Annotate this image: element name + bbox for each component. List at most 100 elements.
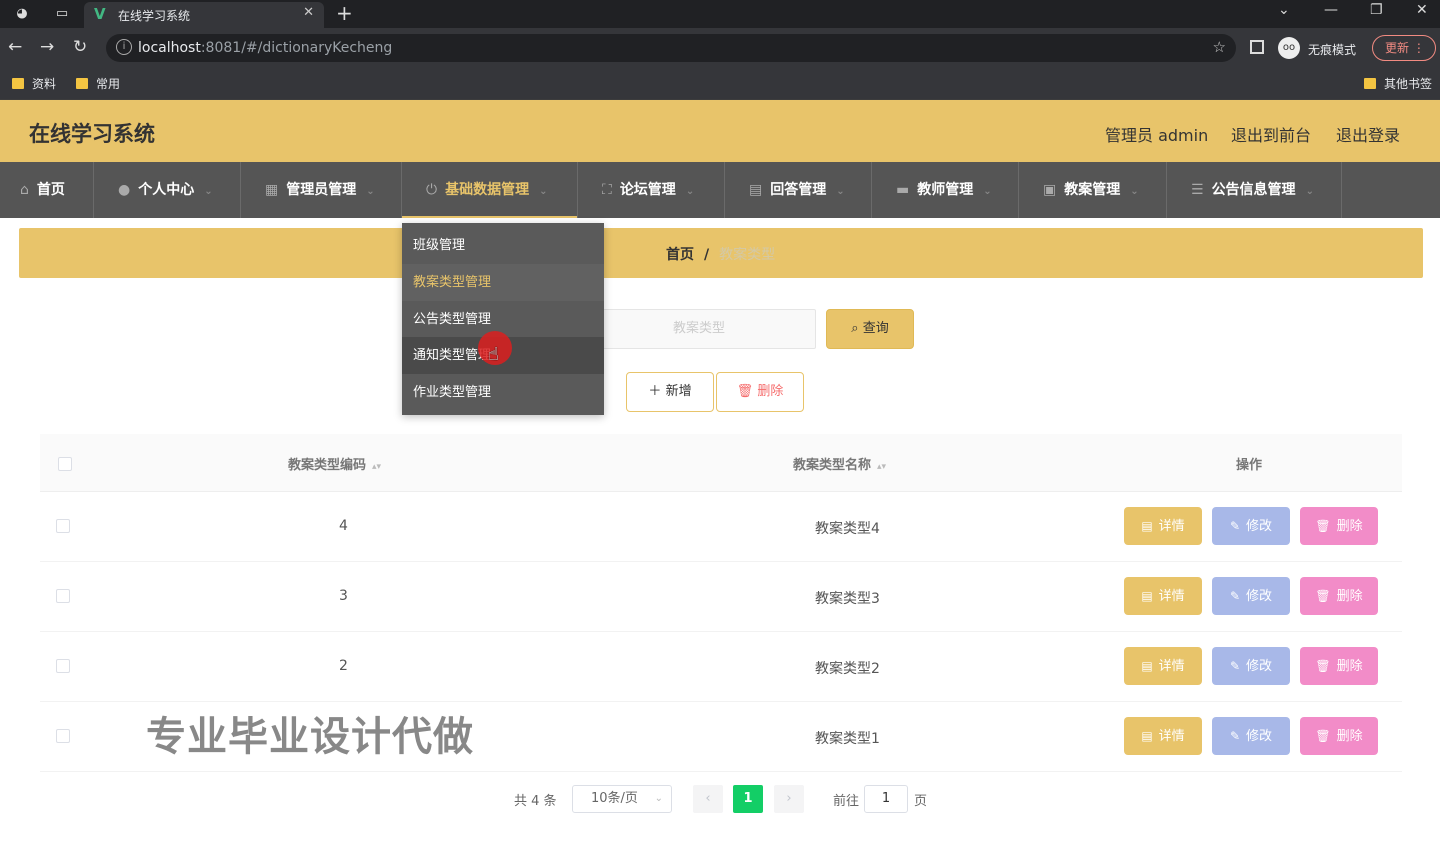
other-bookmarks[interactable]: 其他书签 [1364,75,1432,92]
menu-item-class[interactable]: 班级管理 [402,227,604,264]
table-row: 2 教案类型2 ▤ 详情 ✎ 修改 🗑 删除 [40,632,1402,702]
row-checkbox[interactable] [56,519,70,533]
nav-item-admins[interactable]: ▦ 管理员管理 ⌄ [241,162,402,218]
stack-icon: ☰ [1191,182,1204,198]
url-text: localhost:8081/#/dictionaryKecheng [138,40,393,56]
nav-item-forum[interactable]: ⛶ 论坛管理 ⌄ [578,162,725,218]
sort-icon[interactable]: ▴▾ [372,462,381,472]
power-icon: ⏻ [426,182,438,198]
trash-icon: 🗑 [1315,729,1331,743]
nav-item-profile[interactable]: ● 个人中心 ⌄ [94,162,241,218]
trash-icon: 🗑 [1315,659,1331,673]
new-tab-button[interactable]: + [336,1,353,25]
row-checkbox[interactable] [56,659,70,673]
fullscreen-icon: ⛶ [602,182,612,198]
back-to-frontend-link[interactable]: 退出到前台 [1231,122,1311,146]
nav-item-teachers[interactable]: ▬ 教师管理 ⌄ [872,162,1019,218]
restore-button[interactable]: ❐ [1370,2,1383,18]
add-button[interactable]: ＋ 新增 [626,372,714,412]
delete-button[interactable]: 🗑 删除 [1300,577,1378,615]
trash-icon: 🗑 [736,384,758,399]
document-icon: ▤ [1141,519,1153,533]
tab-search-icon[interactable]: ▭ [52,4,72,24]
user-icon: ● [118,182,131,198]
browser-tab[interactable]: V 在线学习系统 ✕ [84,2,324,28]
delete-button[interactable]: 🗑 删除 [1300,717,1378,755]
nav-item-lesson-plans[interactable]: ▣ 教案管理 ⌄ [1019,162,1167,218]
cell-name: 教案类型1 [815,731,880,747]
breadcrumb-bar: 首页 / 教案类型 [19,228,1423,278]
cell-name: 教案类型2 [815,661,880,677]
home-icon: ⌂ [20,182,29,198]
detail-button[interactable]: ▤ 详情 [1124,717,1202,755]
lesson-type-search-input[interactable]: 教案类型 [580,309,816,349]
edit-button[interactable]: ✎ 修改 [1212,717,1290,755]
browser-tab-bar: ◕ ▭ V 在线学习系统 ✕ + ⌄ — ❐ ✕ [0,0,1440,28]
edit-button[interactable]: ✎ 修改 [1212,507,1290,545]
close-window-button[interactable]: ✕ [1416,2,1428,18]
logout-link[interactable]: 退出登录 [1336,122,1400,146]
bookmarks-bar: 资料 常用 其他书签 [0,68,1440,100]
query-button[interactable]: ⌕ 查询 [826,309,914,349]
edit-button[interactable]: ✎ 修改 [1212,577,1290,615]
select-all-checkbox[interactable] [58,457,72,471]
next-page-button[interactable]: › [774,785,804,813]
chevron-down-icon: ⌄ [539,186,548,197]
column-header-name[interactable]: 教案类型名称 ▴▾ [793,454,886,473]
cell-code: 3 [339,588,348,604]
nav-item-home[interactable]: ⌂ 首页 [0,162,94,218]
update-button[interactable]: 更新 ⋮ [1372,35,1436,61]
tab-close-icon[interactable]: ✕ [303,5,314,20]
current-page-button[interactable]: 1 [733,785,763,813]
admin-label: 管理员 admin [1105,126,1209,145]
nav-item-announcements[interactable]: ☰ 公告信息管理 ⌄ [1167,162,1342,218]
hand-cursor-icon: ☝ [488,344,499,365]
site-info-icon[interactable]: i [116,39,132,55]
page-size-select[interactable]: 10条/页 ⌄ [572,785,672,813]
row-checkbox[interactable] [56,589,70,603]
sort-icon[interactable]: ▴▾ [877,462,886,472]
folder-icon [76,78,88,89]
detail-button[interactable]: ▤ 详情 [1124,647,1202,685]
delete-button[interactable]: 🗑 删除 [1300,507,1378,545]
app-title: 在线学习系统 [29,122,155,146]
nav-item-basic-data[interactable]: ⏻ 基础数据管理 ⌄ [402,162,578,218]
tab-title: 在线学习系统 [118,9,191,23]
column-header-code[interactable]: 教案类型编码 ▴▾ [288,454,381,473]
bookmark-star-icon[interactable]: ☆ [1213,38,1226,56]
table-row: 4 教案类型4 ▤ 详情 ✎ 修改 🗑 删除 [40,492,1402,562]
side-panel-icon[interactable] [1250,40,1264,54]
browser-profile-icon[interactable]: ◕ [12,4,32,24]
nav-item-answers[interactable]: ▤ 回答管理 ⌄ [725,162,872,218]
url-field[interactable]: i localhost:8081/#/dictionaryKecheng ☆ [106,34,1236,62]
row-checkbox[interactable] [56,729,70,743]
tab-list-chevron-icon[interactable]: ⌄ [1278,2,1290,18]
menu-item-homework-type[interactable]: 作业类型管理 [402,374,604,411]
detail-button[interactable]: ▤ 详情 [1124,507,1202,545]
menu-item-lesson-type[interactable]: 教案类型管理 [402,264,604,301]
cell-name: 教案类型3 [815,591,880,607]
list-icon: ▤ [749,182,763,198]
browser-address-bar: ← → ↻ i localhost:8081/#/dictionaryKeche… [0,28,1440,68]
trash-icon: 🗑 [1315,589,1331,603]
forward-arrow-icon[interactable]: → [40,37,54,57]
table-row: 3 教案类型3 ▤ 详情 ✎ 修改 🗑 删除 [40,562,1402,632]
table-header: 教案类型编码 ▴▾ 教案类型名称 ▴▾ 操作 [40,434,1402,492]
detail-button[interactable]: ▤ 详情 [1124,577,1202,615]
document-icon: ▤ [1141,659,1153,673]
folder-icon [1364,78,1376,89]
reload-icon[interactable]: ↻ [73,37,87,57]
edit-button[interactable]: ✎ 修改 [1212,647,1290,685]
batch-delete-button[interactable]: 🗑 删除 [716,372,804,412]
pagination-total: 共 4 条 [514,794,557,809]
back-arrow-icon[interactable]: ← [8,37,22,57]
minimize-button[interactable]: — [1324,2,1338,18]
prev-page-button[interactable]: ‹ [693,785,723,813]
document-icon: ▤ [1141,589,1153,603]
delete-button[interactable]: 🗑 删除 [1300,647,1378,685]
bookmark-folder[interactable]: 常用 [76,75,120,92]
goto-page-input[interactable]: 1 [864,785,908,813]
bookmark-folder[interactable]: 资料 [12,75,56,92]
trash-icon: 🗑 [1315,519,1331,533]
breadcrumb-home[interactable]: 首页 [666,247,694,263]
